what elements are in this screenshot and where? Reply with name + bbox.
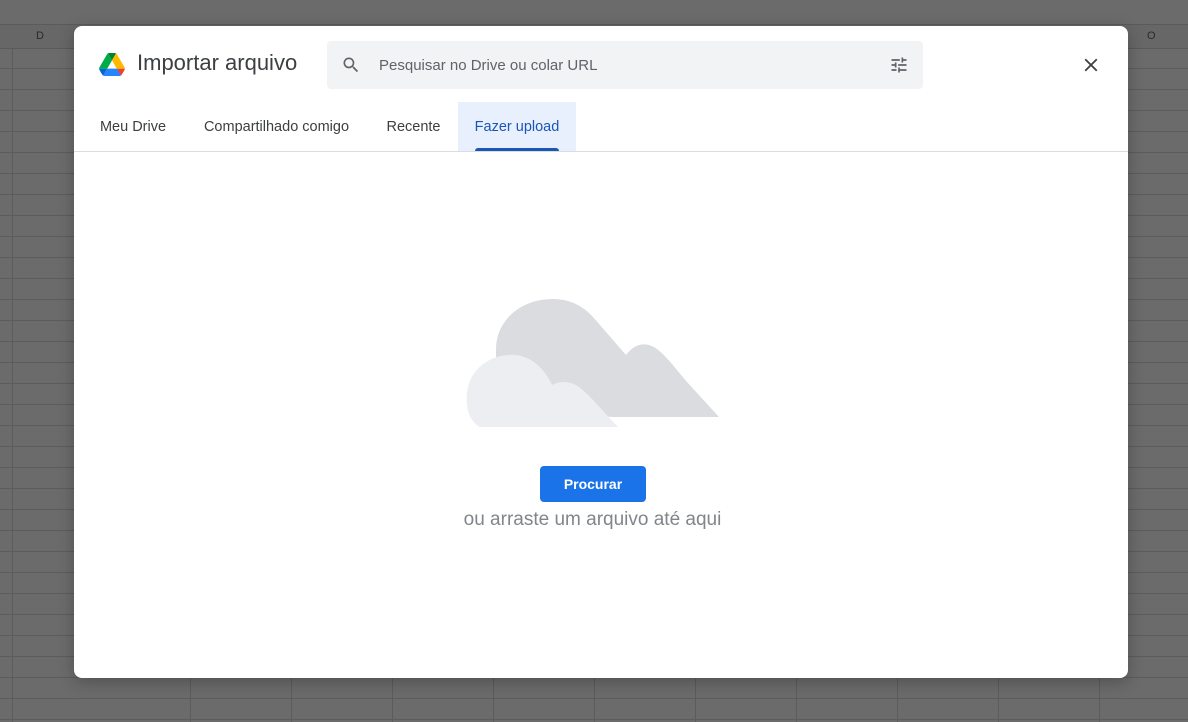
search-icon: [343, 57, 359, 73]
tab-shared-with-me[interactable]: Compartilhado comigo: [194, 102, 359, 151]
tab-label: Compartilhado comigo: [203, 118, 350, 135]
import-file-dialog: Importar arquivo Meu Drive Compartilhado…: [74, 26, 1128, 678]
tab-label: Recente: [386, 118, 441, 135]
tune-icon[interactable]: [889, 55, 909, 75]
column-header-o: O: [1147, 30, 1156, 42]
search-input[interactable]: [379, 53, 859, 77]
google-drive-icon: [99, 53, 125, 76]
active-tab-indicator: [475, 148, 559, 151]
drag-drop-hint: ou arraste um arquivo até aqui: [463, 509, 722, 530]
tab-upload[interactable]: Fazer upload: [458, 102, 576, 151]
close-icon[interactable]: [1080, 54, 1102, 76]
dialog-title: Importar arquivo: [137, 50, 298, 75]
dialog-header: Importar arquivo: [74, 26, 1128, 102]
tab-label: Meu Drive: [99, 118, 167, 135]
upload-panel[interactable]: Procurar ou arraste um arquivo até aqui: [74, 152, 1128, 678]
search-box[interactable]: [327, 41, 923, 89]
browse-button[interactable]: Procurar: [540, 466, 646, 502]
column-header-d: D: [36, 30, 44, 42]
clouds-icon: [466, 299, 719, 427]
tab-recent[interactable]: Recente: [376, 102, 451, 151]
tab-bar: Meu Drive Compartilhado comigo Recente F…: [74, 102, 1128, 152]
tab-my-drive[interactable]: Meu Drive: [83, 102, 183, 151]
tab-label: Fazer upload: [474, 118, 560, 135]
